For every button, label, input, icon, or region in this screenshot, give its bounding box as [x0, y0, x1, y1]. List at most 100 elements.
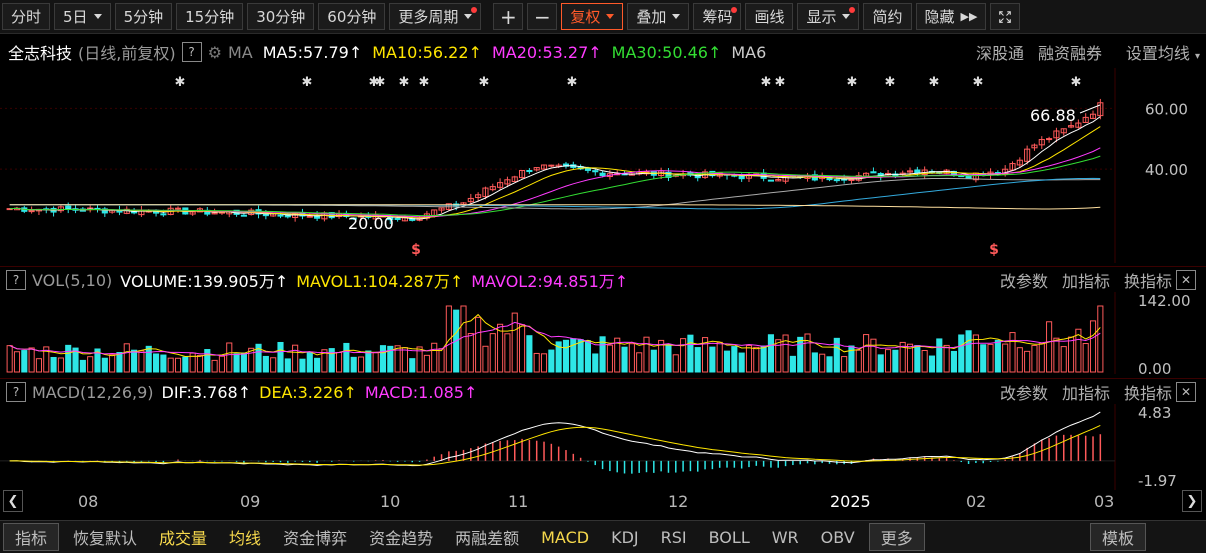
volume-bar [306, 352, 313, 373]
tab-label: WR [771, 527, 799, 547]
switch-indicator-link[interactable]: 换指标 [1124, 268, 1172, 292]
macd-chart[interactable]: 4.83 -1.97 [0, 404, 1206, 490]
volume-bar [21, 350, 28, 373]
event-marker-icon[interactable]: ✱ [419, 75, 430, 90]
event-marker-icon[interactable]: ✱ [775, 75, 786, 90]
candlestick-chart[interactable]: 60.0040.0066.8820.00✱ ✱ ✱✱ ✱ ✱ ✱ ✱ ✱ ✱ ✱ ✱ ✱ ✱ ✱$ $ [0, 68, 1206, 263]
gear-icon[interactable]: ⚙ [208, 43, 222, 62]
overlay-button[interactable]: 叠加 [627, 3, 690, 30]
fuquan-button[interactable]: 复权 [561, 3, 624, 30]
hide-button[interactable]: 隐藏 ▶▶ [915, 3, 987, 30]
volume-bar [884, 349, 892, 373]
dividend-marker-icon[interactable]: $ [411, 242, 421, 258]
tab-60min[interactable]: 60分钟 [318, 3, 386, 30]
scroll-left-button[interactable]: ❮ [3, 490, 23, 512]
tab-30min[interactable]: 30分钟 [247, 3, 315, 30]
indicator-tab-volume[interactable]: 成交量 [148, 524, 218, 550]
simple-mode-button[interactable]: 简约 [863, 3, 912, 30]
zoom-out-button[interactable]: − [527, 3, 558, 30]
template-button[interactable]: 模板 [1089, 523, 1146, 551]
event-marker-icon[interactable]: ✱ [375, 75, 386, 90]
dea-text: DEA:3.226 [259, 382, 344, 402]
volume-bar [328, 348, 335, 373]
more-indicators-button[interactable]: 更多 [868, 523, 925, 551]
tab-15min[interactable]: 15分钟 [176, 3, 244, 30]
fullscreen-button[interactable] [990, 3, 1021, 30]
indicator-tab-fund-trend[interactable]: 资金趋势 [358, 524, 444, 550]
event-marker-icon[interactable]: ✱ [1071, 75, 1082, 90]
link-setup-ma[interactable]: 设置均线 ▾ [1126, 40, 1200, 64]
volume-bar [987, 343, 994, 373]
tab-5day[interactable]: 5日 [54, 3, 111, 30]
indicator-tab-rsi[interactable]: RSI [650, 524, 698, 550]
link-hk-connect[interactable]: 深股通 [976, 40, 1024, 64]
indicator-tab-kdj[interactable]: KDJ [600, 524, 650, 550]
date-label: 2025 [830, 492, 871, 511]
candle-body [306, 215, 313, 218]
volume-bar [145, 345, 152, 373]
add-indicator-link[interactable]: 加指标 [1062, 268, 1110, 292]
indicator-tab-ma[interactable]: 均线 [218, 524, 272, 550]
indicator-tab-obv[interactable]: OBV [810, 524, 866, 550]
event-marker-icon[interactable]: ✱ [567, 75, 578, 90]
close-icon[interactable]: ✕ [1176, 382, 1196, 402]
event-marker-icon[interactable]: ✱ [929, 75, 940, 90]
volume-bar [28, 347, 35, 373]
display-button[interactable]: 显示 [797, 3, 860, 30]
tab-5min[interactable]: 5分钟 [114, 3, 173, 30]
indicator-tab-wr[interactable]: WR [761, 524, 810, 550]
event-marker-icon[interactable]: ✱ [761, 75, 772, 90]
volume-bar [35, 358, 43, 373]
volume-bar [489, 333, 496, 373]
scroll-right-button[interactable]: ❯ [1182, 490, 1202, 512]
dividend-marker-icon[interactable]: $ [989, 242, 999, 258]
event-marker-icon[interactable]: ✱ [847, 75, 858, 90]
tab-label: 30分钟 [256, 8, 306, 26]
chips-button[interactable]: 筹码 [693, 3, 742, 30]
volume-bar [753, 346, 760, 373]
ma5-text: MA5:57.79 [262, 42, 349, 62]
help-icon[interactable]: ? [6, 270, 26, 290]
add-indicator-link[interactable]: 加指标 [1062, 380, 1110, 404]
draw-line-button[interactable]: 画线 [745, 3, 794, 30]
event-marker-icon[interactable]: ✱ [302, 75, 313, 90]
event-marker-icon[interactable]: ✱ [399, 75, 410, 90]
link-margin[interactable]: 融资融券 [1038, 40, 1102, 64]
candle-body [262, 213, 269, 217]
stock-name: 全志科技 [8, 44, 73, 63]
volume-bar [65, 344, 72, 373]
volume-bar [262, 355, 269, 373]
indicator-tab-macd[interactable]: MACD [530, 524, 600, 550]
switch-indicator-link[interactable]: 换指标 [1124, 380, 1172, 404]
candle-body [394, 217, 401, 220]
change-params-link[interactable]: 改参数 [1000, 380, 1048, 404]
chevron-down-icon [842, 14, 851, 19]
tab-fenshi[interactable]: 分时 [2, 3, 51, 30]
indicator-tab-zhibiao[interactable]: 指标 [3, 523, 60, 551]
zoom-in-button[interactable]: + [493, 3, 524, 30]
volume-chart[interactable]: 142.00 0.00 [0, 292, 1206, 374]
event-marker-icon[interactable]: ✱ [885, 75, 896, 90]
volume-bar [760, 345, 767, 373]
date-label: 08 [78, 492, 99, 511]
change-params-link[interactable]: 改参数 [1000, 268, 1048, 292]
volume-bar [6, 345, 13, 373]
date-axis-scrollbar[interactable]: ❮ 08 09 10 11 12 2025 02 03 ❯ [0, 490, 1206, 516]
tab-label: KDJ [611, 527, 639, 547]
volume-bar [936, 338, 943, 373]
help-icon[interactable]: ? [181, 42, 202, 62]
notification-dot [849, 7, 856, 13]
volume-bar [13, 351, 21, 373]
indicator-tab-boll[interactable]: BOLL [698, 524, 761, 550]
volume-bar [504, 333, 511, 373]
volume-bar [431, 342, 438, 373]
event-marker-icon[interactable]: ✱ [973, 75, 984, 90]
help-icon[interactable]: ? [6, 382, 26, 402]
indicator-tab-margin-diff[interactable]: 两融差额 [444, 524, 530, 550]
event-marker-icon[interactable]: ✱ [479, 75, 490, 90]
close-icon[interactable]: ✕ [1176, 270, 1196, 290]
event-marker-icon[interactable]: ✱ [175, 75, 186, 90]
tab-more-periods[interactable]: 更多周期 [389, 3, 482, 30]
indicator-tab-fund-game[interactable]: 资金博弈 [272, 524, 358, 550]
restore-default-button[interactable]: 恢复默认 [62, 524, 148, 550]
